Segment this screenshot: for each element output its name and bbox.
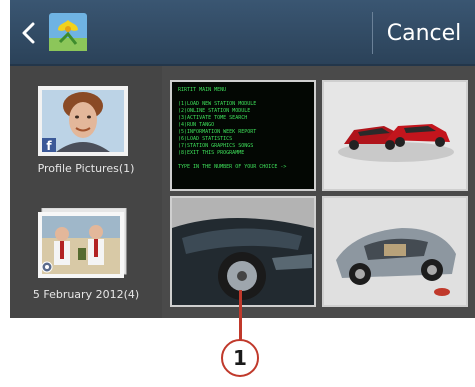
callout-leader-line — [239, 290, 242, 340]
gallery-flower-icon[interactable] — [48, 12, 88, 52]
photo-grid: RIRTIT MAIN MENU (1)LOAD NEW STATION MOD… — [170, 80, 475, 318]
album-5-february-2012[interactable]: 5 February 2012(4) — [10, 207, 162, 308]
photo-terminal-menu[interactable]: RIRTIT MAIN MENU (1)LOAD NEW STATION MOD… — [170, 80, 316, 191]
album-label: Profile Pictures(1) — [37, 162, 135, 175]
photo-red-cars[interactable] — [322, 80, 468, 191]
photo-supercar-cutaway[interactable] — [322, 196, 468, 307]
gallery-screen: Cancel f Profile Pictures(1) 5 February … — [10, 0, 475, 318]
album-thumbnail: f — [38, 86, 128, 156]
svg-text:f: f — [46, 139, 52, 153]
album-label: 5 February 2012(4) — [32, 288, 140, 301]
cancel-button[interactable]: Cancel — [373, 0, 475, 66]
callout-number-badge: 1 — [221, 339, 259, 377]
album-sidebar: f Profile Pictures(1) 5 February 2012(4) — [10, 66, 162, 318]
chevron-left-icon — [22, 22, 35, 44]
photo-black-car[interactable] — [170, 196, 316, 307]
album-profile-pictures[interactable]: f Profile Pictures(1) — [10, 86, 162, 186]
top-bar: Cancel — [10, 0, 475, 66]
back-button[interactable] — [10, 0, 48, 66]
album-thumbnail — [38, 207, 128, 280]
terminal-text: RIRTIT MAIN MENU (1)LOAD NEW STATION MOD… — [178, 87, 287, 170]
